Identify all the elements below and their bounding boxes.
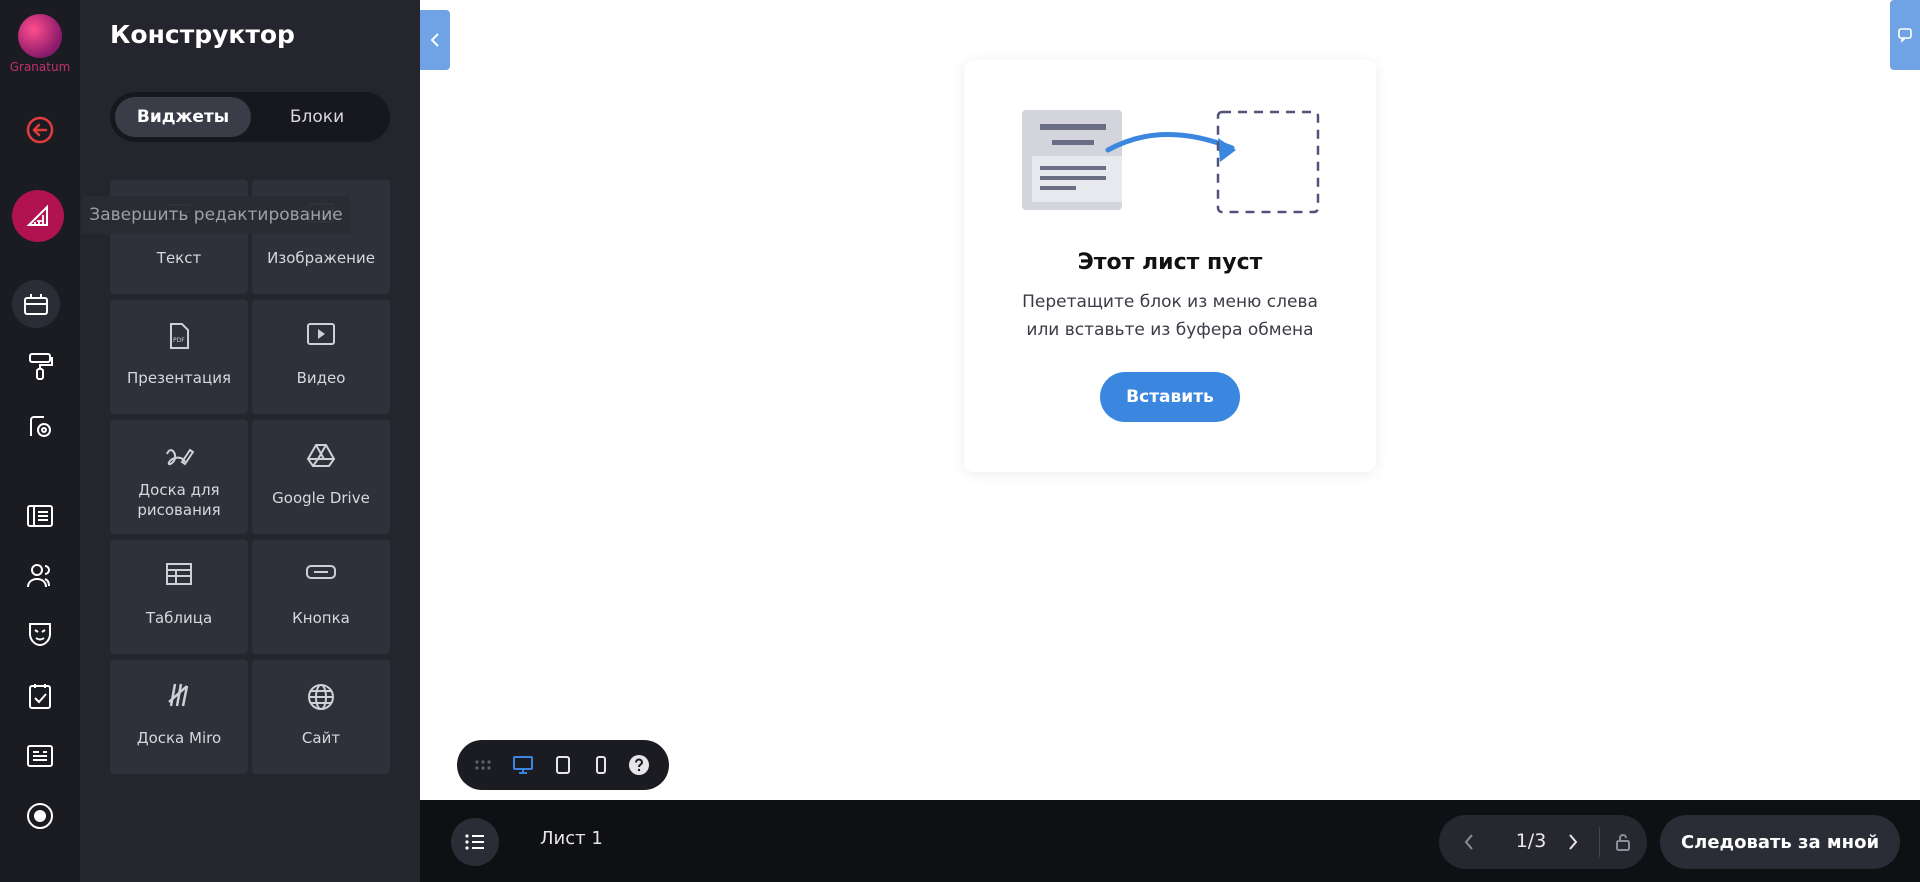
design-icon[interactable] — [12, 190, 64, 242]
widget-label: Изображение — [267, 249, 375, 267]
widget-presentation[interactable]: PDF Презентация — [110, 300, 248, 414]
follow-me-button[interactable]: Следовать за мной — [1660, 815, 1900, 869]
drag-handle-icon[interactable] — [469, 751, 497, 779]
granatum-logo[interactable]: Granatum — [8, 14, 72, 74]
prev-page-button[interactable] — [1455, 828, 1483, 856]
widget-miro[interactable]: Доска Miro — [110, 660, 248, 774]
widget-site[interactable]: Сайт — [252, 660, 390, 774]
paste-button[interactable]: Вставить — [1100, 372, 1240, 422]
google-drive-icon — [252, 442, 390, 468]
tab-blocks[interactable]: Блоки — [249, 97, 385, 137]
draw-icon — [110, 442, 248, 468]
tablet-icon[interactable] — [549, 751, 577, 779]
list-layout-icon[interactable] — [14, 496, 66, 536]
collapse-panel-button[interactable] — [420, 10, 450, 70]
empty-sheet-card: Этот лист пуст Перетащите блок из меню с… — [964, 60, 1376, 472]
widget-label: Таблица — [145, 609, 213, 627]
settings-icon[interactable] — [14, 406, 66, 446]
video-icon — [252, 322, 390, 346]
widget-drawing-board[interactable]: Доска для рисования — [110, 420, 248, 534]
sheet-list-button[interactable] — [451, 818, 499, 866]
lock-button[interactable] — [1609, 828, 1637, 856]
chevron-right-icon — [1569, 834, 1578, 850]
pdf-icon: PDF — [110, 322, 248, 350]
pager-divider — [1599, 827, 1600, 857]
widget-label: Доска для рисования — [137, 481, 221, 519]
chat-icon — [1898, 28, 1912, 43]
empty-title: Этот лист пуст — [1077, 250, 1263, 275]
chevron-left-icon — [430, 33, 439, 47]
widget-label: Кнопка — [292, 609, 350, 627]
mobile-icon[interactable] — [587, 751, 615, 779]
miro-icon — [110, 682, 248, 708]
panel-tabs: Виджеты Блоки — [110, 92, 390, 142]
logo-text: Granatum — [9, 60, 71, 74]
constructor-panel: Конструктор Виджеты Блоки Текст Изображе… — [80, 0, 420, 882]
help-icon[interactable] — [625, 751, 653, 779]
widget-label: Презентация — [127, 369, 231, 387]
page-navigator: 1/3 — [1439, 815, 1647, 869]
record-icon[interactable] — [14, 796, 66, 836]
desktop-icon[interactable] — [509, 751, 537, 779]
paint-roller-icon[interactable] — [14, 346, 66, 386]
list-icon — [465, 834, 484, 850]
widget-table[interactable]: Таблица — [110, 540, 248, 654]
widget-google-drive[interactable]: Google Drive — [252, 420, 390, 534]
masks-icon[interactable] — [14, 614, 66, 654]
button-icon — [252, 562, 390, 582]
next-page-button[interactable] — [1559, 828, 1587, 856]
sheet-name: Лист 1 — [540, 828, 603, 849]
empty-line-2: или вставьте из буфера обмена — [1026, 320, 1314, 340]
widgets-icon[interactable] — [12, 280, 60, 328]
empty-line-1: Перетащите блок из меню слева — [1022, 292, 1318, 312]
tab-widgets[interactable]: Виджеты — [115, 97, 251, 137]
finish-editing-tooltip: Завершить редактирование — [82, 196, 350, 234]
device-preview-bar — [457, 740, 669, 790]
widget-label: Доска Miro — [136, 729, 222, 747]
widget-label: Текст — [156, 249, 202, 267]
empty-description: Перетащите блок из меню слева или вставь… — [964, 288, 1376, 344]
svg-text:PDF: PDF — [173, 337, 185, 344]
globe-icon — [252, 682, 390, 712]
chevron-left-icon — [1464, 834, 1473, 850]
bottom-bar: Лист 1 1/3 Следовать за мной — [420, 800, 1920, 882]
widget-label: Сайт — [301, 729, 341, 747]
lock-icon — [1616, 834, 1630, 851]
table-icon — [110, 562, 248, 586]
users-icon[interactable] — [14, 556, 66, 596]
widget-label: Видео — [296, 369, 346, 387]
left-rail: Granatum — [0, 0, 80, 882]
form-icon[interactable] — [14, 736, 66, 776]
widget-label: Google Drive — [272, 489, 370, 507]
page-indicator: 1/3 — [1515, 830, 1547, 852]
widget-button[interactable]: Кнопка — [252, 540, 390, 654]
checklist-icon[interactable] — [14, 676, 66, 716]
back-icon[interactable] — [14, 110, 66, 150]
panel-title: Конструктор — [110, 20, 295, 49]
drag-illustration — [1022, 110, 1320, 214]
chat-toggle-button[interactable] — [1890, 0, 1920, 70]
widget-video[interactable]: Видео — [252, 300, 390, 414]
